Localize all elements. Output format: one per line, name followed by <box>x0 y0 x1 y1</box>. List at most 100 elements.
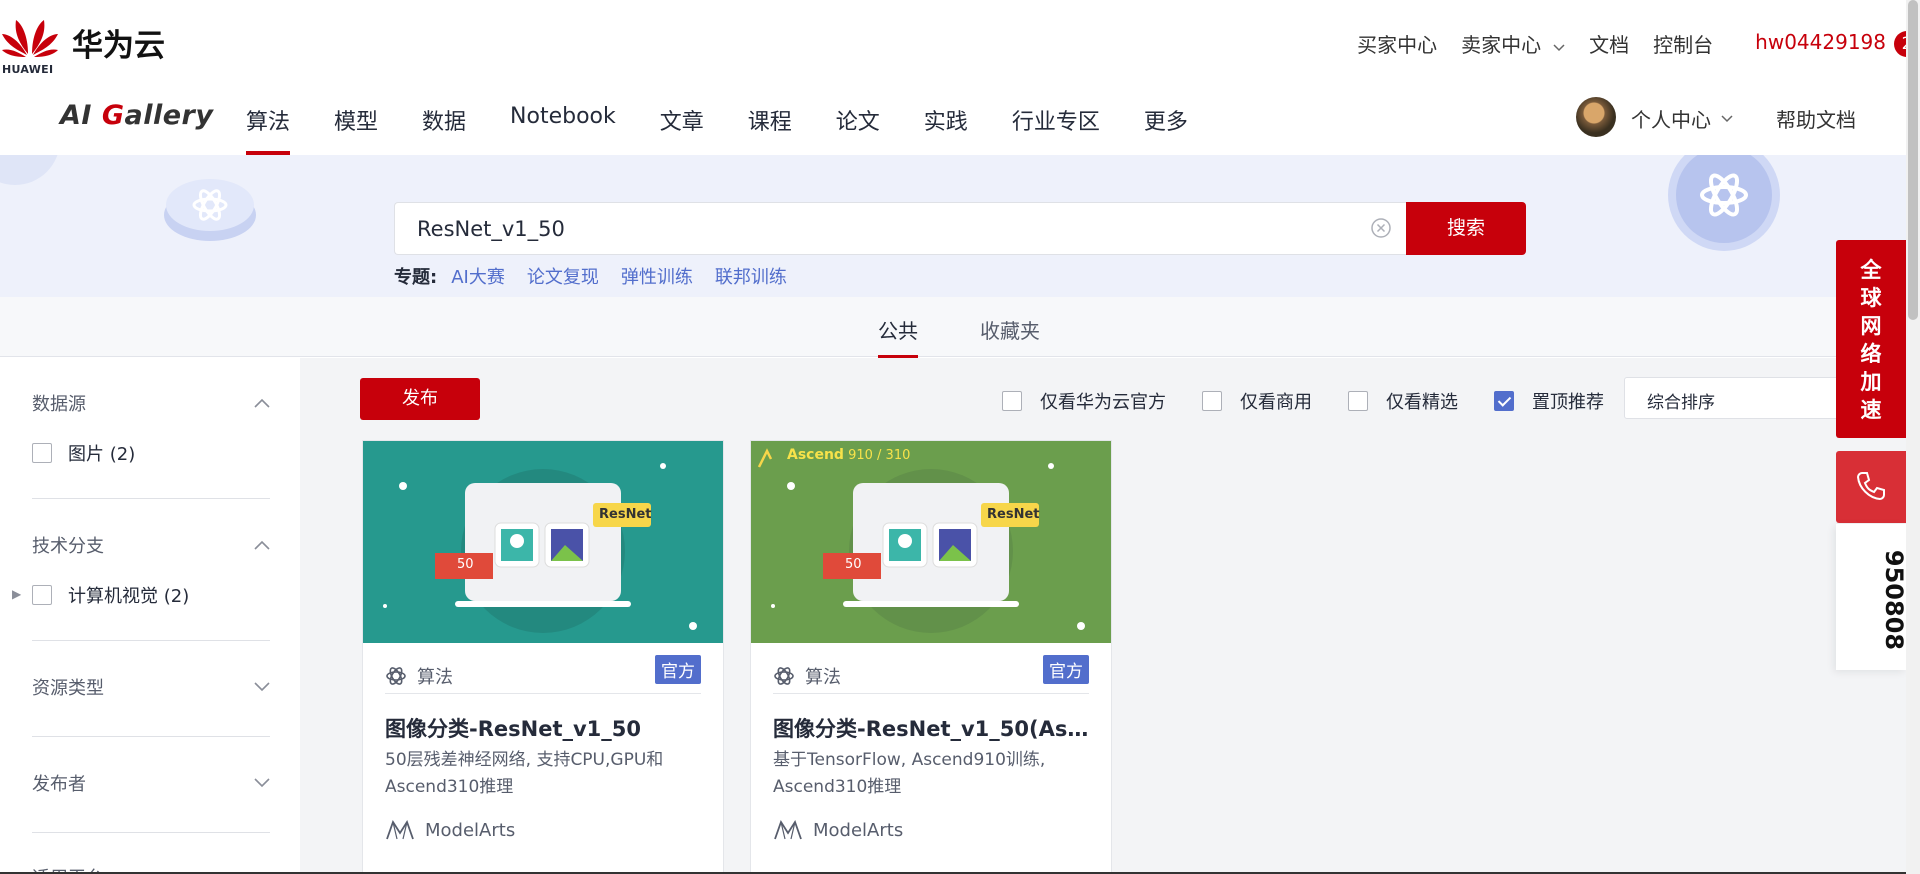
sidebar-gutter <box>300 358 330 874</box>
filter-section-datasource: 数据源 图片 (2) <box>32 390 270 466</box>
topic-link[interactable]: 论文复现 <box>527 263 599 289</box>
ascend-badge: Ascend 910 / 310 <box>787 447 911 463</box>
search-box <box>394 202 1406 255</box>
chevron-up-icon <box>254 398 270 408</box>
filter-sidebar: 数据源 图片 (2) 技术分支 计算机视觉 (2) ▶ 资源类型 发布者 适用平… <box>0 358 300 874</box>
nav-item-data[interactable]: 数据 <box>422 86 466 155</box>
divider <box>32 736 270 737</box>
clear-icon[interactable] <box>1370 217 1392 239</box>
global-acceleration-button[interactable]: 全 球 网 络 加 速 <box>1836 240 1906 438</box>
card-thumbnail: 50 ResNet <box>363 441 723 643</box>
thumb-number: 50 <box>845 557 862 572</box>
filter-section-publisher: 发布者 <box>32 770 270 796</box>
docs-link[interactable]: 文档 <box>1589 29 1629 58</box>
expand-triangle-icon[interactable]: ▶ <box>12 587 21 601</box>
checkbox[interactable] <box>32 585 52 605</box>
divider <box>773 693 1089 694</box>
algorithm-icon <box>773 665 805 687</box>
quick-filters: 仅看华为云官方 仅看商用 仅看精选 置顶推荐 <box>1002 388 1640 414</box>
filter-option[interactable]: 计算机视觉 (2) <box>32 582 270 608</box>
tab-favorites[interactable]: 收藏夹 <box>980 315 1040 344</box>
algorithm-card[interactable]: 50 ResNet 算法 官方 图像分类-ResNet_v1_50 50层残差神… <box>362 440 724 874</box>
filter-section-resource-type: 资源类型 <box>32 674 270 700</box>
atom-decoration-icon <box>164 171 256 243</box>
nav-item-practice[interactable]: 实践 <box>924 86 968 155</box>
help-docs-link[interactable]: 帮助文档 <box>1776 104 1856 133</box>
nav-item-article[interactable]: 文章 <box>660 86 704 155</box>
top-bar: HUAWEI 华为云 买家中心 卖家中心 文档 控制台 hw044291982 <box>0 0 1920 86</box>
chevron-up-icon <box>254 540 270 550</box>
divider <box>32 498 270 499</box>
checkbox-checked[interactable] <box>1494 391 1514 411</box>
card-description: 基于TensorFlow, Ascend910训练, Ascend310推理 <box>773 750 1046 797</box>
divider <box>385 693 701 694</box>
divider <box>32 640 270 641</box>
card-thumbnail: Ascend 910 / 310 50 ResNet <box>751 441 1111 643</box>
thumb-tag: ResNet <box>599 507 652 522</box>
filter-section-header[interactable]: 数据源 <box>32 390 270 416</box>
atom-decoration-icon <box>1664 155 1784 255</box>
chevron-down-icon <box>254 778 270 788</box>
card-title[interactable]: 图像分类-ResNet_v1_50 <box>385 713 705 743</box>
checkbox[interactable] <box>1202 391 1222 411</box>
topic-link[interactable]: 弹性训练 <box>621 263 693 289</box>
card-publisher: ModelArts <box>385 819 515 841</box>
nav-item-model[interactable]: 模型 <box>334 86 378 155</box>
topic-link[interactable]: AI大赛 <box>451 263 505 289</box>
algorithm-icon <box>385 665 417 687</box>
sort-select[interactable]: 综合排序 <box>1624 377 1854 419</box>
personal-center-menu[interactable]: 个人中心 <box>1631 104 1733 133</box>
search-banner: 搜索 专题: AI大赛 论文复现 弹性训练 联邦训练 <box>0 155 1920 297</box>
topics-row: 专题: AI大赛 论文复现 弹性训练 联邦训练 <box>394 263 809 289</box>
console-link[interactable]: 控制台 <box>1653 29 1713 58</box>
filter-pinned[interactable]: 置顶推荐 <box>1494 388 1604 414</box>
topic-link[interactable]: 联邦训练 <box>715 263 787 289</box>
chevron-down-icon <box>254 682 270 692</box>
filter-commercial-only[interactable]: 仅看商用 <box>1202 388 1312 414</box>
user-account-menu[interactable]: hw044291982 <box>1755 30 1920 57</box>
filter-featured-only[interactable]: 仅看精选 <box>1348 388 1458 414</box>
card-type: 算法 <box>385 663 453 689</box>
phone-contact-button[interactable] <box>1836 451 1906 523</box>
hotline-number: 950808 <box>1836 524 1908 670</box>
checkbox[interactable] <box>1002 391 1022 411</box>
checkbox[interactable] <box>1348 391 1368 411</box>
checkbox[interactable] <box>32 443 52 463</box>
publish-button[interactable]: 发布 <box>360 378 480 420</box>
nav-item-more[interactable]: 更多 <box>1144 86 1188 155</box>
buyer-center-link[interactable]: 买家中心 <box>1357 29 1437 58</box>
filter-section-header[interactable]: 发布者 <box>32 770 270 796</box>
chevron-down-icon <box>1553 43 1565 52</box>
topic-label: 专题: <box>394 267 438 288</box>
algorithm-card[interactable]: Ascend 910 / 310 50 ResNet 算法 官方 图像分类-Re… <box>750 440 1112 874</box>
avatar[interactable] <box>1576 97 1616 137</box>
search-input[interactable] <box>417 203 1357 254</box>
nav-item-industry[interactable]: 行业专区 <box>1012 86 1100 155</box>
username: hw04429198 <box>1755 29 1886 54</box>
huawei-logo[interactable]: HUAWEI <box>0 8 60 76</box>
top-links: 买家中心 卖家中心 文档 控制台 hw044291982 <box>1357 28 1920 58</box>
nav-item-course[interactable]: 课程 <box>748 86 792 155</box>
filter-section-header[interactable]: 资源类型 <box>32 674 270 700</box>
nav-item-algorithm[interactable]: 算法 <box>246 86 291 155</box>
thumb-number: 50 <box>457 557 474 572</box>
tab-public[interactable]: 公共 <box>878 315 918 358</box>
ai-gallery-logo[interactable]: AI Gallery <box>60 100 213 131</box>
content-tabs: 公共 收藏夹 <box>0 297 1920 358</box>
results-area: 发布 仅看华为云官方 仅看商用 仅看精选 置顶推荐 综合排序 50 ResNet… <box>330 358 1920 874</box>
seller-center-link[interactable]: 卖家中心 <box>1461 29 1565 58</box>
brand-name[interactable]: 华为云 <box>72 20 165 65</box>
scrollbar-thumb[interactable] <box>1908 0 1918 320</box>
nav-item-notebook[interactable]: Notebook <box>510 86 616 155</box>
filter-section-header[interactable]: 技术分支 <box>32 532 270 558</box>
filter-official-only[interactable]: 仅看华为云官方 <box>1002 388 1166 414</box>
official-badge: 官方 <box>655 655 701 684</box>
search-button[interactable]: 搜索 <box>1406 202 1526 255</box>
card-title[interactable]: 图像分类-ResNet_v1_50(Ascend... <box>773 713 1093 743</box>
modelarts-logo-icon <box>773 819 813 841</box>
nav-item-paper[interactable]: 论文 <box>836 86 880 155</box>
nav-items: 算法 模型 数据 Notebook 文章 课程 论文 实践 行业专区 更多 <box>246 86 1232 155</box>
official-badge: 官方 <box>1043 655 1089 684</box>
filter-option[interactable]: 图片 (2) <box>32 440 270 466</box>
thumb-tag: ResNet <box>987 507 1040 522</box>
